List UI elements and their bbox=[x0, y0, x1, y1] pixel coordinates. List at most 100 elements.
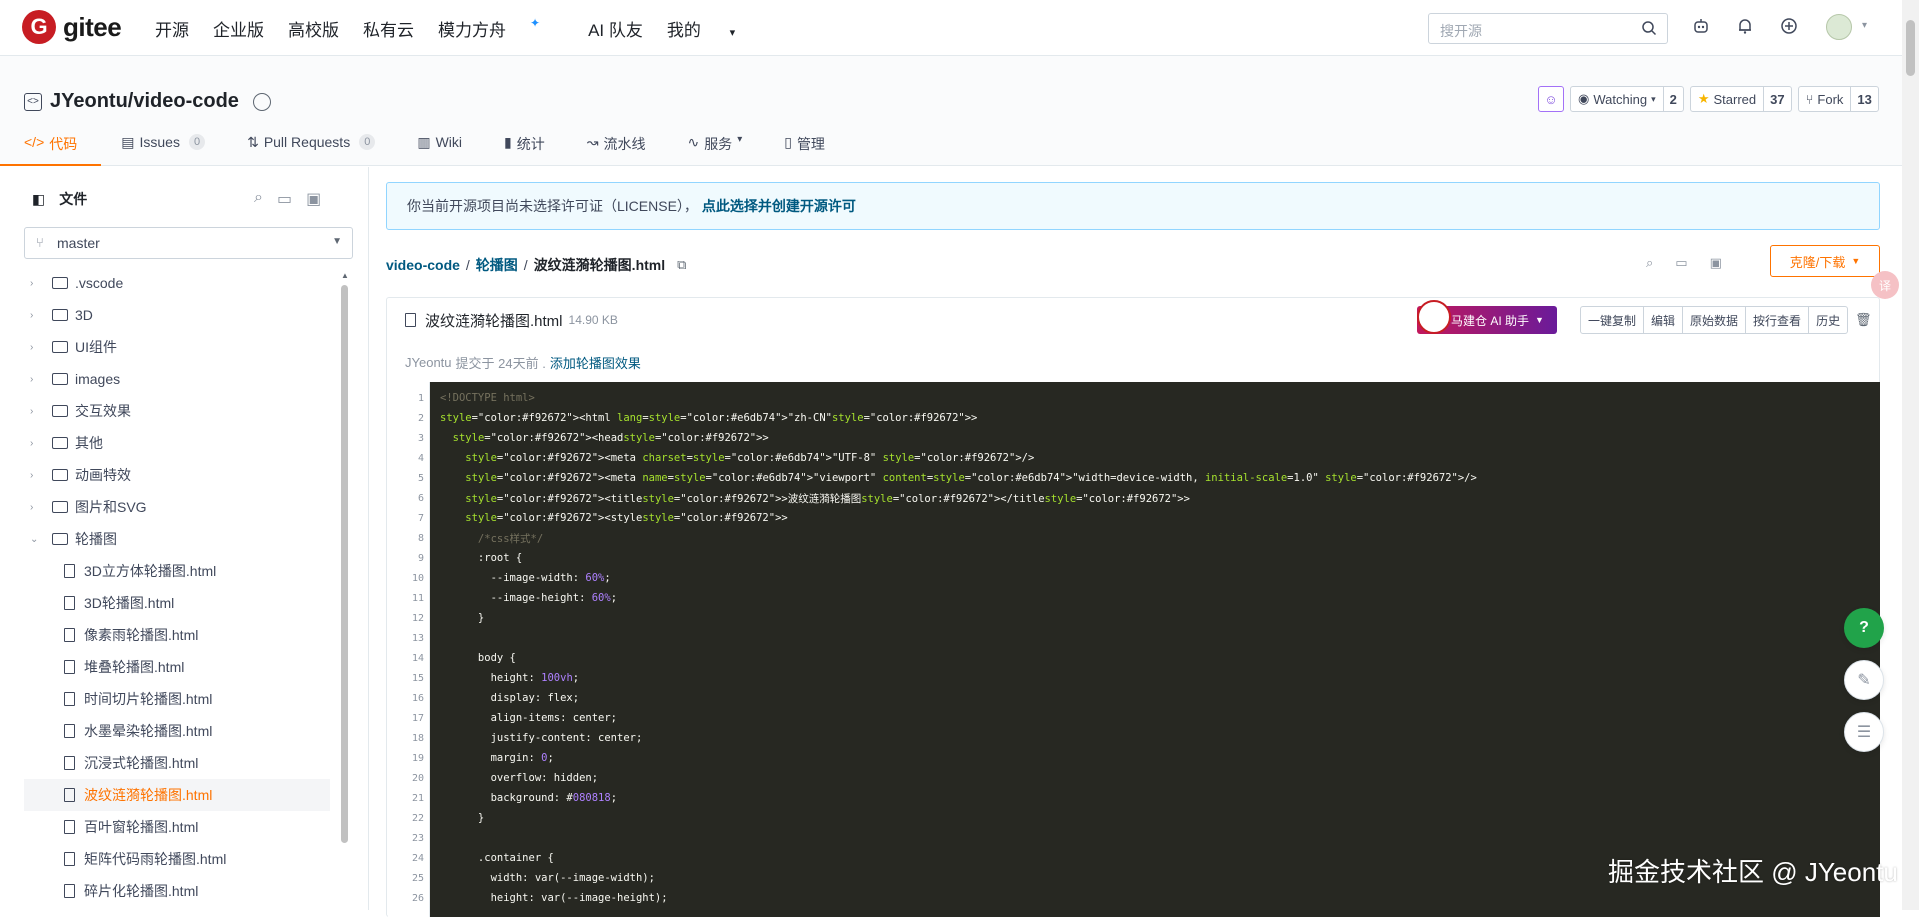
translate-icon[interactable]: 译 bbox=[1871, 271, 1899, 299]
breadcrumb-folder[interactable]: 轮播图 bbox=[476, 255, 518, 275]
line-number[interactable]: 18 bbox=[388, 733, 424, 744]
tab-code[interactable]: </> 代码 bbox=[0, 134, 102, 166]
fork-count[interactable]: 13 bbox=[1850, 87, 1877, 111]
star-button[interactable]: ★ Starred 37 bbox=[1689, 86, 1792, 112]
trash-icon[interactable]: 🗑 bbox=[1855, 312, 1872, 328]
tab-pull-requests[interactable]: ⇅ Pull Requests 0 bbox=[227, 134, 397, 166]
tree-file[interactable]: 百叶窗轮播图.html bbox=[24, 811, 330, 843]
line-number[interactable]: 8 bbox=[388, 533, 424, 544]
terminal-icon[interactable]: ▣ bbox=[306, 189, 321, 209]
line-number[interactable]: 5 bbox=[388, 473, 424, 484]
user-avatar[interactable] bbox=[1826, 14, 1852, 40]
line-number[interactable]: 15 bbox=[388, 673, 424, 684]
robot-icon[interactable] bbox=[1690, 15, 1712, 37]
tree-folder[interactable]: › 3D bbox=[24, 299, 330, 331]
tree-folder[interactable]: › 动画特效 bbox=[24, 459, 330, 491]
line-number[interactable]: 3 bbox=[388, 433, 424, 444]
tree-folder[interactable]: › 交互效果 bbox=[24, 395, 330, 427]
fork-button[interactable]: ⑂ Fork 13 bbox=[1797, 86, 1879, 112]
tree-folder[interactable]: › images bbox=[24, 363, 330, 395]
watch-button[interactable]: ◉ Watching ▾ 2 bbox=[1570, 86, 1684, 112]
line-number[interactable]: 24 bbox=[388, 853, 424, 864]
line-number[interactable]: 13 bbox=[388, 633, 424, 644]
tree-file[interactable]: 堆叠轮播图.html bbox=[24, 651, 330, 683]
nav-opensource[interactable]: 开源 bbox=[155, 16, 189, 41]
tab-services[interactable]: ∿ 服务 ▾ bbox=[667, 134, 764, 166]
line-number[interactable]: 14 bbox=[388, 653, 424, 664]
breadcrumb-root[interactable]: video-code bbox=[386, 257, 460, 273]
tree-scrollbar[interactable]: ▲ bbox=[339, 267, 349, 912]
watch-count[interactable]: 2 bbox=[1662, 87, 1683, 111]
search-input[interactable]: 搜开源 bbox=[1428, 13, 1668, 44]
line-number[interactable]: 9 bbox=[388, 553, 424, 564]
search-icon[interactable] bbox=[1641, 20, 1657, 36]
tree-file[interactable]: 时间切片轮播图.html bbox=[24, 683, 330, 715]
tree-folder-open[interactable]: ⌄ 轮播图 bbox=[24, 523, 330, 555]
history-button[interactable]: 历史 bbox=[1809, 307, 1847, 333]
chevron-down-icon[interactable]: ▾ bbox=[1862, 20, 1867, 31]
tree-scrollbar-thumb[interactable] bbox=[341, 285, 348, 843]
line-number[interactable]: 21 bbox=[388, 793, 424, 804]
line-number[interactable]: 22 bbox=[388, 813, 424, 824]
tree-file-active[interactable]: 波纹涟漪轮播图.html bbox=[24, 779, 330, 811]
line-number[interactable]: 10 bbox=[388, 573, 424, 584]
tree-file[interactable]: 像素雨轮播图.html bbox=[24, 619, 330, 651]
commit-author[interactable]: JYeontu bbox=[405, 355, 452, 370]
monitor-icon[interactable]: ▭ bbox=[1675, 255, 1687, 271]
plus-circle-icon[interactable] bbox=[1778, 15, 1800, 37]
nav-private-cloud[interactable]: 私有云 bbox=[363, 16, 414, 41]
feedback-edit-icon[interactable]: ✎ bbox=[1844, 660, 1884, 700]
tree-file[interactable]: 沉浸式轮播图.html bbox=[24, 747, 330, 779]
tab-pipeline[interactable]: ↝ 流水线 bbox=[567, 134, 668, 166]
repo-name[interactable]: JYeontu/video-code bbox=[50, 90, 239, 113]
ai-robot-button[interactable]: ☺ bbox=[1538, 86, 1564, 112]
search-icon[interactable]: ⌕ bbox=[254, 189, 263, 209]
tree-file[interactable]: 3D立方体轮播图.html bbox=[24, 555, 330, 587]
tree-folder[interactable]: › UI组件 bbox=[24, 331, 330, 363]
line-number[interactable]: 12 bbox=[388, 613, 424, 624]
tree-file[interactable]: 碎片化轮播图.html bbox=[24, 875, 330, 907]
nav-enterprise[interactable]: 企业版 bbox=[213, 16, 264, 41]
line-number[interactable]: 6 bbox=[388, 493, 424, 504]
nav-mine[interactable]: 我的 ▾ bbox=[667, 16, 759, 41]
help-button[interactable]: ? bbox=[1844, 608, 1884, 648]
nav-moli[interactable]: 模力方舟 ✦ bbox=[438, 16, 564, 41]
tree-folder[interactable]: › 图片和SVG bbox=[24, 491, 330, 523]
tab-wiki[interactable]: ▥ Wiki bbox=[397, 134, 484, 166]
collapse-sidebar-icon[interactable]: ◧ bbox=[32, 191, 45, 208]
line-number[interactable]: 11 bbox=[388, 593, 424, 604]
line-number[interactable]: 7 bbox=[388, 513, 424, 524]
license-link[interactable]: 点此选择并创建开源许可 bbox=[702, 196, 856, 216]
star-count[interactable]: 37 bbox=[1763, 87, 1790, 111]
line-number[interactable]: 23 bbox=[388, 833, 424, 844]
monitor-icon[interactable]: ▭ bbox=[277, 189, 292, 209]
branch-select[interactable]: ⑂ master ▼ bbox=[24, 227, 353, 259]
line-number[interactable]: 16 bbox=[388, 693, 424, 704]
repo-badge-icon[interactable] bbox=[252, 92, 271, 111]
tab-issues[interactable]: ▤ Issues 0 bbox=[101, 134, 227, 166]
clone-download-button[interactable]: 克隆/下载 ▼ bbox=[1770, 245, 1880, 277]
tree-folder[interactable]: › 其他 bbox=[24, 427, 330, 459]
tree-file[interactable]: 矩阵代码雨轮播图.html bbox=[24, 843, 330, 875]
line-number[interactable]: 4 bbox=[388, 453, 424, 464]
line-number[interactable]: 1 bbox=[388, 393, 424, 404]
copy-path-icon[interactable]: ⧉ bbox=[677, 257, 686, 273]
search-icon[interactable]: ⌕ bbox=[1646, 255, 1653, 271]
tab-stats[interactable]: ▮ 统计 bbox=[484, 134, 567, 166]
line-number[interactable]: 19 bbox=[388, 753, 424, 764]
line-number[interactable]: 20 bbox=[388, 773, 424, 784]
nav-education[interactable]: 高校版 bbox=[288, 16, 339, 41]
gitee-logo[interactable]: G gitee bbox=[22, 10, 122, 44]
raw-button[interactable]: 原始数据 bbox=[1683, 307, 1747, 333]
line-number[interactable]: 2 bbox=[388, 413, 424, 424]
page-scrollbar[interactable] bbox=[1902, 0, 1919, 910]
line-number[interactable]: 17 bbox=[388, 713, 424, 724]
nav-ai-teammate[interactable]: AI 队友 bbox=[588, 16, 643, 41]
tab-manage[interactable]: ▯ 管理 bbox=[764, 134, 847, 166]
commit-message[interactable]: 添加轮播图效果 bbox=[550, 353, 641, 372]
tree-folder[interactable]: › .vscode bbox=[24, 267, 330, 299]
blame-button[interactable]: 按行查看 bbox=[1746, 307, 1810, 333]
tree-file[interactable]: 水墨晕染轮播图.html bbox=[24, 715, 330, 747]
copy-all-button[interactable]: 一键复制 bbox=[1581, 307, 1645, 333]
line-number[interactable]: 26 bbox=[388, 893, 424, 904]
